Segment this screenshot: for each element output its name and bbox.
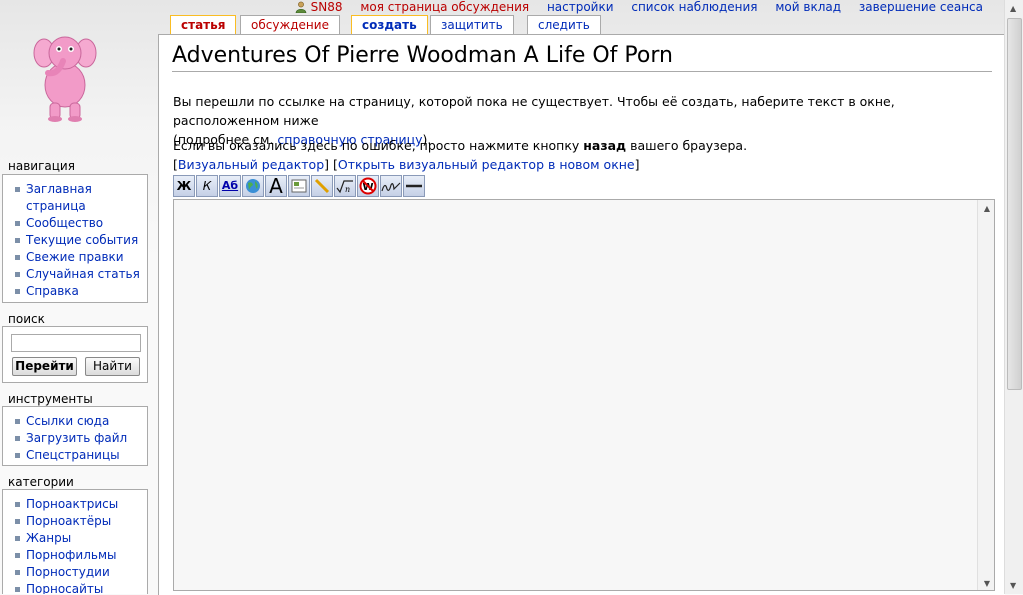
back-text: Если вы оказались здесь по ошибке, прост… (173, 136, 983, 155)
globe-link-icon (246, 179, 260, 193)
embedded-image-button[interactable] (288, 175, 310, 197)
tab-discussion[interactable]: обсуждение (240, 15, 340, 34)
tab-create[interactable]: создать (351, 15, 428, 35)
svg-text:W: W (362, 182, 373, 193)
sidebar-item-random-article[interactable]: Случайная статья (3, 266, 147, 283)
go-button[interactable]: Перейти (12, 357, 77, 376)
content-area: Adventures Of Pierre Woodman A Life Of P… (158, 34, 1005, 595)
italic-button[interactable]: К (196, 175, 218, 197)
tab-article[interactable]: статья (170, 15, 237, 35)
back-after: вашего браузера. (626, 138, 748, 153)
contributions-link[interactable]: мой вклад (775, 0, 841, 14)
search-heading: поиск (8, 312, 45, 326)
svg-text:n: n (345, 185, 350, 194)
watchlist-link[interactable]: список наблюдения (631, 0, 757, 14)
tools-item-upload-file[interactable]: Загрузить файл (3, 430, 147, 447)
intro-line1: Вы перешли по ссылке на страницу, которо… (173, 94, 895, 128)
browser-scroll-up-icon[interactable]: ▲ (1010, 4, 1016, 13)
back-before: Если вы оказались здесь по ошибке, прост… (173, 138, 584, 153)
logout-link[interactable]: завершение сеанса (859, 0, 983, 14)
page-title: Adventures Of Pierre Woodman A Life Of P… (172, 43, 992, 72)
headline-label: A (269, 174, 283, 198)
navigation-box: Заглавная страница Сообщество Текущие со… (2, 174, 148, 303)
textarea-scrollbar[interactable] (977, 200, 994, 590)
hr-icon (406, 184, 422, 188)
visual-editor-links: [Визуальный редактор] [Открыть визуальны… (173, 157, 640, 172)
nowiki-icon: W (359, 177, 377, 195)
sidebar-item-recent-changes[interactable]: Свежие правки (3, 249, 147, 266)
search-box: Перейти Найти (2, 326, 148, 383)
visual-editor-link[interactable]: Визуальный редактор (178, 157, 324, 172)
horizontal-line-button[interactable] (403, 175, 425, 197)
tools-item-special-pages[interactable]: Спецстраницы (3, 447, 147, 464)
browser-scrollbar[interactable]: ▲ ▼ (1004, 0, 1023, 594)
category-item[interactable]: Порностудии (3, 564, 147, 581)
browser-scroll-down-icon[interactable]: ▼ (1010, 581, 1016, 590)
tab-watch[interactable]: следить (527, 15, 601, 34)
categories-heading: категории (8, 475, 74, 489)
search-button[interactable]: Найти (85, 357, 140, 376)
logo-pink-elephant[interactable] (30, 25, 100, 125)
my-talk-link[interactable]: моя страница обсуждения (360, 0, 529, 14)
category-item[interactable]: Порносайты (3, 581, 147, 594)
category-item[interactable]: Порноактёры (3, 513, 147, 530)
bold-label: Ж (176, 179, 192, 193)
search-input[interactable] (11, 334, 141, 352)
navigation-heading: навигация (8, 159, 75, 173)
math-formula-button[interactable]: n (334, 175, 356, 197)
image-icon (291, 179, 307, 193)
user-icon (295, 1, 306, 13)
categories-box: Порноактрисы Порноактёры Жанры Порнофиль… (2, 489, 148, 594)
external-link-button[interactable] (242, 175, 264, 197)
nowiki-button[interactable]: W (357, 175, 379, 197)
tools-heading: инструменты (8, 392, 93, 406)
scroll-down-icon[interactable]: ▼ (984, 579, 990, 588)
sidebar-item-main-page[interactable]: Заглавная страница (3, 181, 126, 215)
browser-scroll-thumb[interactable] (1007, 18, 1022, 390)
link-label: Аб (221, 179, 239, 192)
visual-editor-new-window-link[interactable]: Открыть визуальный редактор в новом окне (338, 157, 635, 172)
edit-textarea[interactable]: ▲ ▼ (173, 199, 995, 591)
personal-bar: SN88 моя страница обсуждения настройки с… (281, 0, 983, 16)
personal-user[interactable]: SN88 (295, 0, 347, 14)
preferences-link[interactable]: настройки (547, 0, 614, 14)
italic-label: К (202, 179, 212, 193)
category-item[interactable]: Порноактрисы (3, 496, 147, 513)
category-item[interactable]: Жанры (3, 530, 147, 547)
signature-button[interactable] (380, 175, 402, 197)
sidebar-item-community[interactable]: Сообщество (3, 215, 147, 232)
tools-box: Ссылки сюда Загрузить файл Спецстраницы (2, 406, 148, 466)
category-item[interactable]: Порнофильмы (3, 547, 147, 564)
media-link-button[interactable] (311, 175, 333, 197)
math-icon: n (336, 180, 353, 194)
tab-protect[interactable]: защитить (430, 15, 514, 34)
sidebar-item-current-events[interactable]: Текущие события (3, 232, 147, 249)
bold-button[interactable]: Ж (173, 175, 195, 197)
back-bold: назад (583, 138, 627, 153)
media-icon (314, 178, 330, 194)
scroll-up-icon[interactable]: ▲ (984, 204, 990, 213)
internal-link-button[interactable]: Аб (219, 175, 241, 197)
headline-button[interactable]: A (265, 175, 287, 197)
tools-item-what-links-here[interactable]: Ссылки сюда (3, 413, 147, 430)
user-link[interactable]: SN88 (311, 0, 343, 14)
signature-icon (381, 182, 401, 192)
sidebar-item-help[interactable]: Справка (3, 283, 147, 300)
